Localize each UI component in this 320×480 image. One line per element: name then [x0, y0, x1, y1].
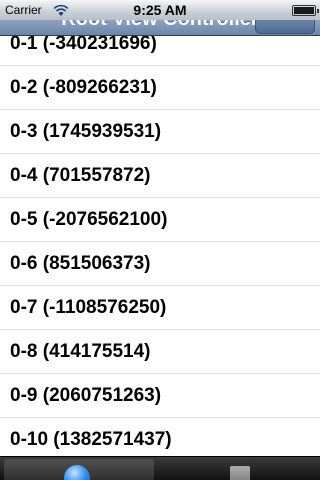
table-row[interactable]: 0-3 (1745939531): [0, 110, 320, 154]
row-label: 0-9 (2060751263): [10, 385, 162, 406]
table-row[interactable]: 0-7 (-1108576250): [0, 286, 320, 330]
row-label: 0-5 (-2076562100): [10, 209, 168, 230]
table-row[interactable]: 0-6 (851506373): [0, 242, 320, 286]
tab-bar: [0, 456, 320, 480]
table-row[interactable]: 0-2 (-809266231): [0, 66, 320, 110]
table-row[interactable]: 0-5 (-2076562100): [0, 198, 320, 242]
row-label: 0-8 (414175514): [10, 341, 151, 362]
table-row[interactable]: 0-4 (701557872): [0, 154, 320, 198]
square-icon[interactable]: [230, 466, 250, 480]
row-label: 0-6 (851506373): [10, 253, 151, 274]
status-bar: Carrier 9:25 AM: [0, 0, 320, 20]
table-view[interactable]: 0-1 (-340231696) 0-2 (-809266231) 0-3 (1…: [0, 36, 320, 456]
row-label: 0-10 (1382571437): [10, 429, 172, 450]
row-label: 0-1 (-340231696): [10, 36, 157, 54]
row-label: 0-3 (1745939531): [10, 121, 162, 142]
navigation-bar: Root View Controller: [0, 20, 320, 36]
nav-right-button[interactable]: [255, 20, 315, 34]
table-row[interactable]: 0-10 (1382571437): [0, 418, 320, 456]
battery-level: [294, 7, 314, 14]
row-label: 0-7 (-1108576250): [10, 297, 167, 318]
clock: 9:25 AM: [133, 2, 187, 18]
table-row[interactable]: 0-1 (-340231696): [0, 36, 320, 66]
table-row[interactable]: 0-8 (414175514): [0, 330, 320, 374]
table-row[interactable]: 0-9 (2060751263): [0, 374, 320, 418]
battery-icon: [292, 5, 319, 16]
row-label: 0-4 (701557872): [10, 165, 151, 186]
row-label: 0-2 (-809266231): [10, 77, 157, 98]
